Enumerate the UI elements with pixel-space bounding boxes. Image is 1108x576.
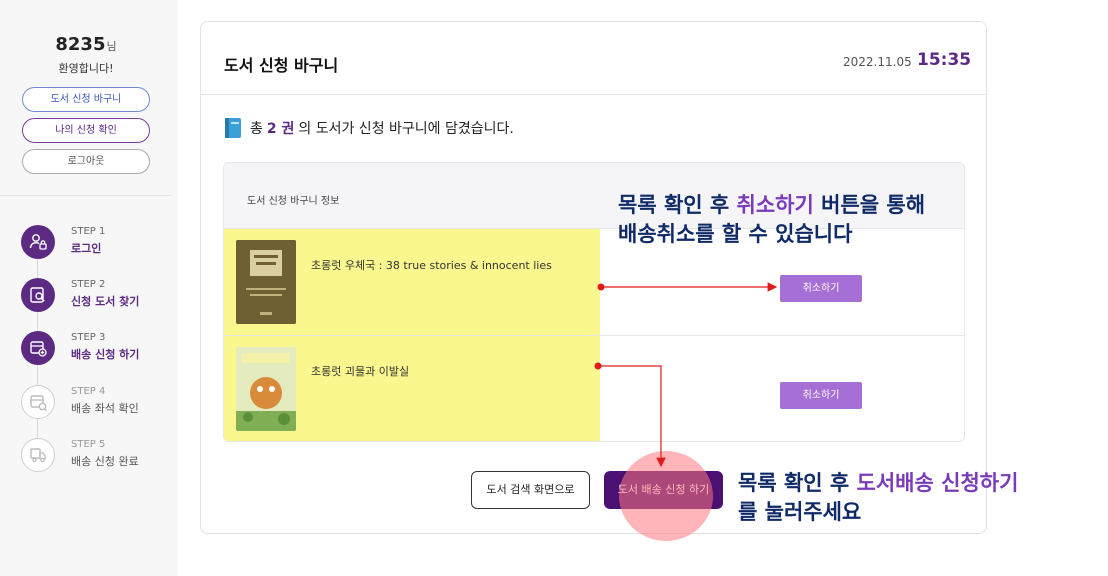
step-number: STEP 1 xyxy=(71,226,106,237)
annotation-highlight: 취소하기 xyxy=(736,193,814,217)
back-to-search-button[interactable]: 도서 검색 화면으로 xyxy=(471,471,590,509)
step-label: 배송 신청 완료 xyxy=(71,455,139,468)
book-search-icon xyxy=(21,278,55,312)
apply-annotation: 목록 확인 후 도서배송 신청하기 를 눌러주세요 xyxy=(738,469,1018,527)
book-cover xyxy=(236,240,296,324)
step-number: STEP 2 xyxy=(71,279,106,290)
step-number: STEP 3 xyxy=(71,332,106,343)
sidebar: 8235님 환영합니다! 도서 신청 바구니 나의 신청 확인 로그아웃 STE… xyxy=(0,0,178,576)
count-number: 2 권 xyxy=(266,121,295,137)
book-title: 초롱럿 괴물과 이발실 xyxy=(311,365,410,378)
book-icon xyxy=(225,118,241,138)
current-date: 2022.11.05 xyxy=(843,55,912,69)
current-time: 15:35 xyxy=(917,50,972,70)
apply-delivery-button[interactable]: 도서 배송 신청 하기 xyxy=(604,471,723,509)
cart-button[interactable]: 도서 신청 바구니 xyxy=(22,87,150,112)
delivery-add-icon xyxy=(21,331,55,365)
book-cover xyxy=(236,347,296,431)
step-1: STEP 1 로그인 xyxy=(21,225,171,261)
header-divider xyxy=(201,94,986,95)
seat-check-icon xyxy=(21,385,55,419)
book-title: 초롱럿 우체국 : 38 true stories & innocent lie… xyxy=(311,259,552,272)
annotation-text: 목록 확인 후 xyxy=(738,471,857,495)
annotation-text: 버튼을 통해 xyxy=(813,193,926,217)
step-label: 배송 좌석 확인 xyxy=(71,402,139,415)
logout-button[interactable]: 로그아웃 xyxy=(22,149,150,174)
step-4: STEP 4 배송 좌석 확인 xyxy=(21,385,171,421)
sidebar-divider xyxy=(0,195,172,196)
user-lock-icon xyxy=(21,225,55,259)
user-greeting: 8235님 xyxy=(0,34,172,55)
count-suffix: 의 도서가 신청 바구니에 담겼습니다. xyxy=(298,121,514,137)
step-3: STEP 3 배송 신청 하기 xyxy=(21,331,171,367)
delivery-truck-icon xyxy=(21,438,55,472)
cart-count-summary: 총 2 권 의 도서가 신청 바구니에 담겼습니다. xyxy=(224,117,514,139)
step-2: STEP 2 신청 도서 찾기 xyxy=(21,278,171,314)
page-title: 도서 신청 바구니 xyxy=(224,56,339,75)
cancel-button[interactable]: 취소하기 xyxy=(780,382,862,409)
step-label: 로그인 xyxy=(71,242,102,255)
annotation-text: 배송취소를 할 수 있습니다 xyxy=(618,222,853,246)
count-prefix: 총 xyxy=(250,121,263,137)
annotation-highlight: 도서배송 신청하기 xyxy=(856,471,1019,495)
user-id: 8235 xyxy=(55,34,106,55)
user-suffix: 님 xyxy=(106,40,117,53)
annotation-text: 를 눌러주세요 xyxy=(738,500,862,524)
cart-header-label: 도서 신청 바구니 정보 xyxy=(247,196,340,207)
step-number: STEP 5 xyxy=(71,439,106,450)
cancel-button[interactable]: 취소하기 xyxy=(780,275,862,302)
row-divider xyxy=(224,335,964,336)
welcome-text: 환영합니다! xyxy=(58,62,114,75)
annotation-text: 목록 확인 후 xyxy=(618,193,737,217)
step-5: STEP 5 배송 신청 완료 xyxy=(21,438,171,474)
cancel-annotation: 목록 확인 후 취소하기 버튼을 통해 배송취소를 할 수 있습니다 xyxy=(618,191,925,249)
step-number: STEP 4 xyxy=(71,386,106,397)
step-label: 신청 도서 찾기 xyxy=(71,295,140,308)
cart-card: 도서 신청 바구니 2022.11.05 15:35 총 2 권 의 도서가 신… xyxy=(200,21,987,541)
step-label: 배송 신청 하기 xyxy=(71,348,140,361)
my-requests-button[interactable]: 나의 신청 확인 xyxy=(22,118,150,143)
